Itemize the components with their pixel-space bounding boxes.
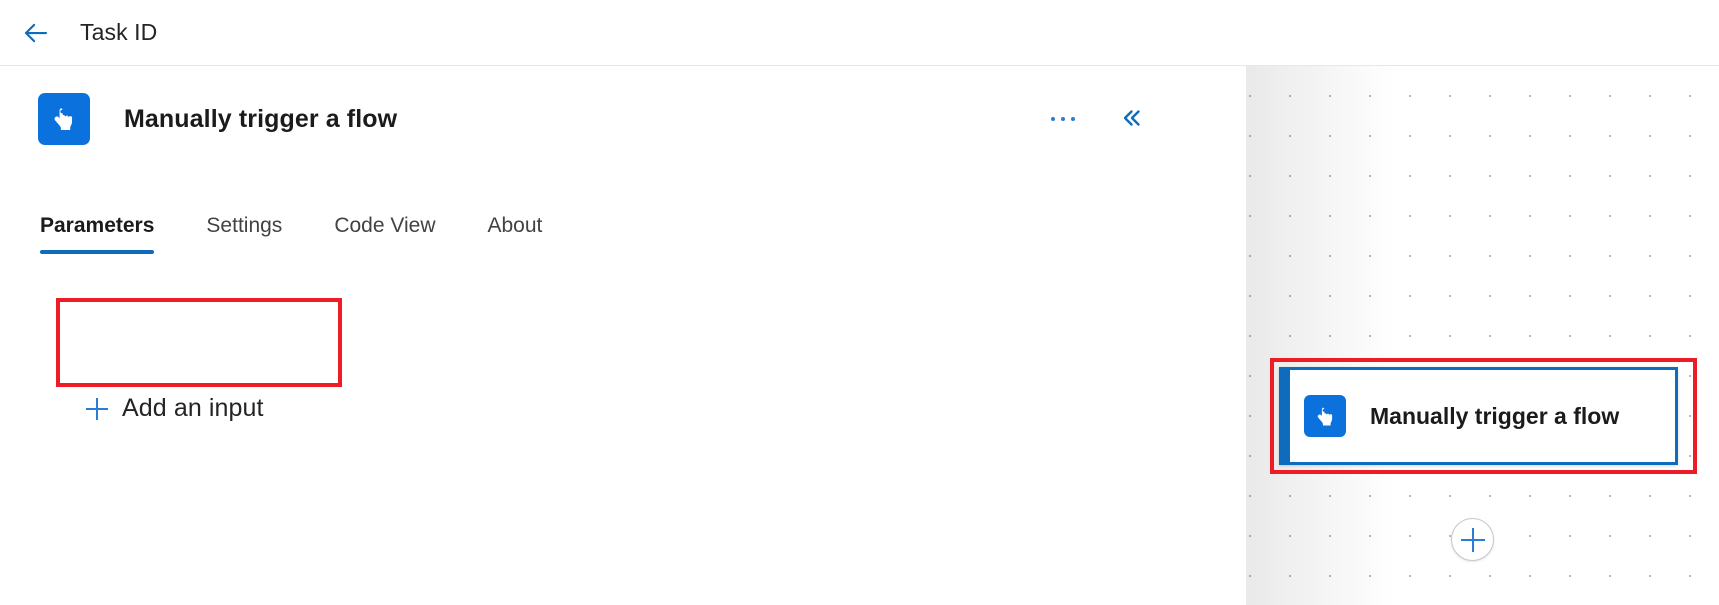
power-automate-flow-designer: Task ID Manually trigger a flow Paramete…	[0, 0, 1719, 605]
tab-about[interactable]: About	[462, 214, 569, 254]
double-chevron-left-icon	[1119, 106, 1143, 133]
page-title: Task ID	[80, 19, 158, 45]
tab-parameters[interactable]: Parameters	[38, 214, 180, 254]
top-app-bar: Task ID	[0, 0, 1719, 66]
panel-header: Manually trigger a flow	[0, 66, 1246, 172]
arrow-left-icon	[21, 18, 51, 48]
tab-code-view[interactable]: Code View	[308, 214, 461, 254]
manual-trigger-hand-icon	[38, 93, 90, 145]
plus-icon	[1460, 527, 1485, 552]
tab-settings[interactable]: Settings	[180, 214, 308, 254]
panel-header-actions	[1044, 66, 1150, 172]
panel-title: Manually trigger a flow	[124, 104, 398, 133]
back-button[interactable]	[14, 11, 58, 55]
highlight-box-flow-node	[1270, 358, 1697, 474]
canvas-edge-shadow	[1246, 66, 1396, 605]
highlight-box-add-an-input	[56, 298, 342, 387]
more-actions-button[interactable]	[1044, 100, 1082, 138]
collapse-panel-button[interactable]	[1112, 100, 1150, 138]
plus-icon	[86, 397, 108, 420]
add-an-input-label: Add an input	[122, 394, 264, 422]
add-step-button[interactable]	[1451, 518, 1494, 561]
panel-tablist: Parameters Settings Code View About	[38, 214, 568, 254]
ellipsis-horizontal-icon	[1051, 117, 1075, 121]
